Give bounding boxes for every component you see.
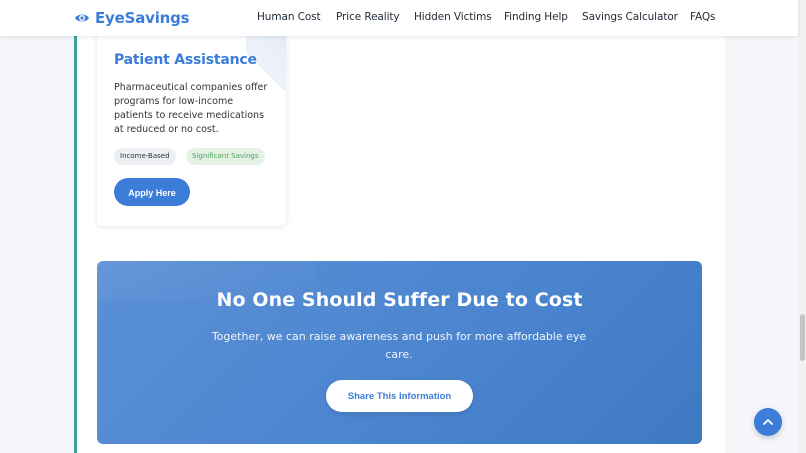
cta-title: No One Should Suffer Due to Cost xyxy=(216,289,583,311)
chevron-up-icon xyxy=(763,419,773,425)
nav-link-human-cost[interactable]: Human Cost xyxy=(257,11,321,23)
nav-link-hidden-victims[interactable]: Hidden Victims xyxy=(414,11,492,23)
logo[interactable]: EyeSavings xyxy=(74,7,190,29)
nav-link-savings-calculator[interactable]: Savings Calculator xyxy=(582,11,678,23)
patient-assistance-card: Patient Assistance Pharmaceutical compan… xyxy=(97,20,286,226)
nav-link-faqs[interactable]: FAQs xyxy=(690,11,716,23)
cta-text: Together, we can raise awareness and pus… xyxy=(211,330,587,361)
apply-here-button[interactable]: Apply Here xyxy=(114,178,190,206)
scrollbar-track[interactable] xyxy=(798,0,806,453)
scrollbar-thumb[interactable] xyxy=(800,314,805,361)
nav-link-finding-help[interactable]: Finding Help xyxy=(504,11,568,23)
accent-rail xyxy=(74,0,77,453)
cta-banner: No One Should Suffer Due to Cost Togethe… xyxy=(97,261,702,444)
tag-significant-savings: Significant Savings xyxy=(186,148,265,165)
nav-link-price-reality[interactable]: Price Reality xyxy=(336,11,400,23)
card-description: Pharmaceutical companies offer programs … xyxy=(114,82,268,135)
scroll-top-button[interactable] xyxy=(754,408,782,436)
tag-income-based: Income-Based xyxy=(114,148,176,165)
navbar: EyeSavings Human Cost Price Reality Hidd… xyxy=(0,0,798,36)
card-title: Patient Assistance xyxy=(114,52,257,68)
share-information-button[interactable]: Share This Information xyxy=(326,380,473,412)
eye-icon xyxy=(75,14,89,22)
logo-text: EyeSavings xyxy=(95,9,190,27)
